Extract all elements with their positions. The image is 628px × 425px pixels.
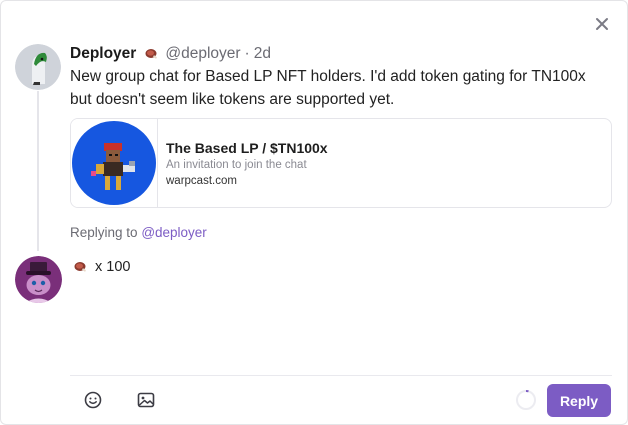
ham-icon bbox=[144, 47, 158, 61]
ham-icon bbox=[73, 260, 87, 274]
replying-prefix: Replying to bbox=[70, 225, 138, 240]
author-handle[interactable]: @deployer bbox=[165, 45, 240, 63]
user-avatar bbox=[15, 256, 62, 303]
replying-to: Replying to @deployer bbox=[70, 225, 207, 240]
composer-divider bbox=[70, 375, 612, 376]
author-name[interactable]: Deployer bbox=[70, 45, 136, 63]
post-header: Deployer @deployer · 2d bbox=[70, 44, 271, 64]
post-text: New group chat for Based LP NFT holders.… bbox=[70, 68, 586, 108]
author-avatar[interactable] bbox=[15, 44, 61, 90]
thread-connector bbox=[37, 91, 39, 251]
replying-handle-link[interactable]: @deployer bbox=[141, 225, 207, 240]
link-embed-card[interactable]: The Based LP / $TN100x An invitation to … bbox=[70, 118, 612, 208]
post-timestamp[interactable]: 2d bbox=[254, 45, 271, 63]
character-count-ring-icon bbox=[514, 388, 538, 412]
image-upload-icon[interactable] bbox=[136, 390, 156, 410]
composer-input[interactable]: x 100 bbox=[73, 259, 130, 275]
close-icon[interactable] bbox=[592, 14, 612, 34]
embed-thumbnail bbox=[71, 119, 158, 207]
emoji-picker-icon[interactable] bbox=[83, 390, 103, 410]
embed-title: The Based LP / $TN100x bbox=[166, 140, 328, 156]
embed-description: An invitation to join the chat bbox=[166, 159, 307, 171]
reply-button[interactable]: Reply bbox=[547, 384, 611, 417]
separator: · bbox=[244, 45, 250, 62]
embed-domain: warpcast.com bbox=[166, 175, 237, 187]
composer-text: x 100 bbox=[95, 259, 131, 275]
